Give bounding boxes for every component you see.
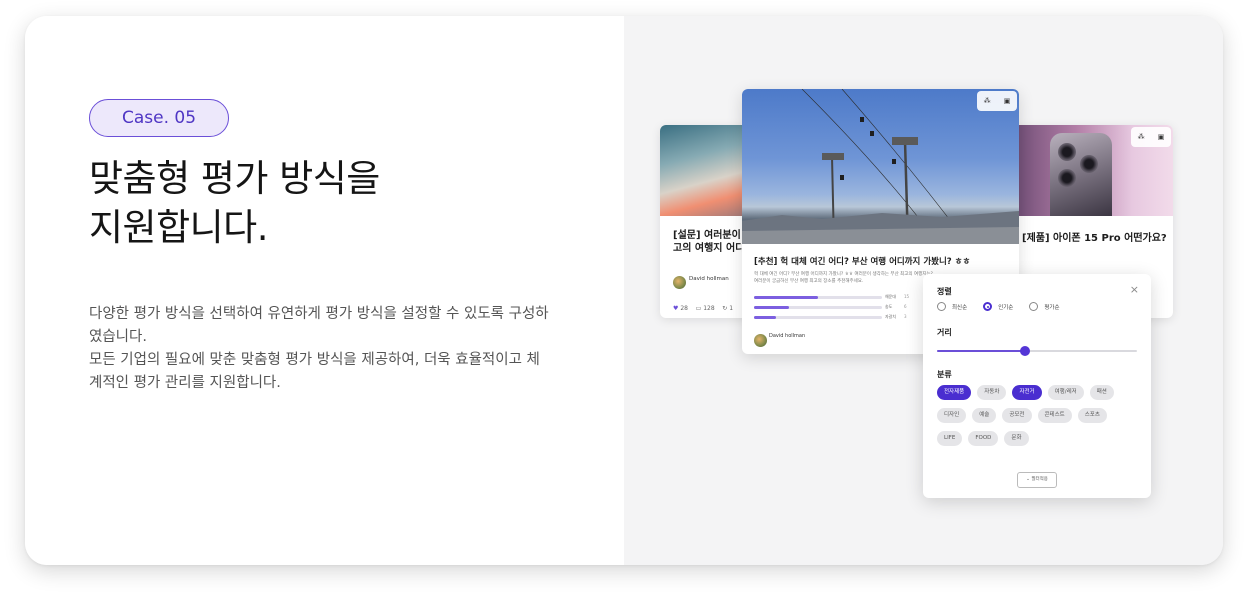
repost-icon[interactable]: ↻ bbox=[722, 305, 727, 312]
sort-option-latest[interactable]: 최신순 bbox=[937, 302, 967, 311]
headline: 맞춤형 평가 방식을 지원합니다. bbox=[89, 154, 569, 252]
category-tags: 전자제품 자동차 자전거 여행/레저 패션 디자인 예술 공모전 콘테스트 스포… bbox=[937, 385, 1142, 454]
category-tag[interactable]: 자동차 bbox=[977, 385, 1007, 400]
sort-option-popular[interactable]: 인기순 bbox=[983, 302, 1013, 311]
post-body: 헉 대체 여긴 어디? 부산 여행 어디까지 가봤니? ㅎㅎ 여러분이 생각하는… bbox=[754, 271, 944, 285]
poll-fill bbox=[754, 296, 818, 299]
like-count: 28 bbox=[680, 305, 688, 312]
category-tag[interactable]: 패션 bbox=[1089, 385, 1114, 400]
poll-count: 6 bbox=[904, 304, 907, 309]
description: 다양한 평가 방식을 선택하여 유연하게 평가 방식을 설정할 수 있도록 구성… bbox=[89, 303, 579, 395]
post-actions: ⁂ ▣ bbox=[1131, 127, 1171, 147]
category-tag[interactable]: 예술 bbox=[972, 408, 997, 423]
radio-icon bbox=[983, 302, 993, 311]
post-actions: ⁂ ▣ bbox=[977, 91, 1017, 111]
description-line: 모든 기업의 필요에 맞춘 맞춤형 평가 방식을 제공하여, 더욱 효율적이고 … bbox=[89, 352, 540, 368]
author-name: David hollman bbox=[769, 333, 806, 339]
apply-filter-button[interactable]: ⌄ 필터적용 bbox=[1017, 472, 1057, 488]
description-line: 계적인 평가 관리를 지원합니다. bbox=[89, 375, 281, 391]
comment-icon[interactable]: ▭ bbox=[696, 305, 702, 312]
poll-track bbox=[754, 316, 882, 319]
sort-section-title: 정렬 bbox=[937, 287, 952, 296]
avatar bbox=[754, 334, 767, 347]
post-stats: ♥ 28 ▭ 128 ↻ 1 bbox=[673, 305, 733, 312]
heart-icon[interactable]: ♥ bbox=[673, 305, 678, 312]
avatar bbox=[673, 276, 686, 289]
stage: Case. 05 맞춤형 평가 방식을 지원합니다. 다양한 평가 방식을 선택… bbox=[0, 0, 1248, 598]
poll-fill bbox=[754, 306, 789, 309]
description-line: 다양한 평가 방식을 선택하여 유연하게 평가 방식을 설정할 수 있도록 구성… bbox=[89, 306, 549, 322]
radio-label: 평가순 bbox=[1044, 304, 1060, 311]
chevron-down-icon: ⌄ bbox=[1026, 477, 1030, 482]
post-body-line: 헉 대체 여긴 어디? 부산 여행 어디까지 가봤니? ㅎㅎ 여러분이 생각하는… bbox=[754, 272, 933, 277]
poll-label: 송도 bbox=[885, 304, 893, 309]
apply-filter-label: 필터적용 bbox=[1031, 477, 1048, 482]
poll-count: 3 bbox=[904, 314, 907, 319]
phone-image: ⁂ ▣ bbox=[1012, 125, 1173, 216]
post-title: [제품] 아이폰 15 Pro 어떤가요? bbox=[1022, 233, 1167, 244]
category-tag[interactable]: 문화 bbox=[1004, 431, 1029, 446]
case-card: Case. 05 맞춤형 평가 방식을 지원합니다. 다양한 평가 방식을 선택… bbox=[25, 16, 1223, 565]
radio-icon bbox=[937, 302, 946, 311]
sort-options: 최신순 인기순 평가순 bbox=[937, 302, 1076, 311]
mockup-panel: [설문] 여러분이 생 고의 여행지 어디인 David hollman ♥ 2… bbox=[624, 16, 1223, 565]
category-tag[interactable]: FOOD bbox=[968, 431, 999, 446]
poll-option[interactable]: 자갈치 3 bbox=[754, 314, 907, 322]
share-count: 1 bbox=[729, 305, 734, 312]
category-tag[interactable]: 공모전 bbox=[1002, 408, 1032, 423]
radio-label: 최신순 bbox=[952, 304, 968, 311]
poll-option[interactable]: 송도 6 bbox=[754, 304, 907, 312]
camera-lens bbox=[1058, 169, 1076, 187]
radio-label: 인기순 bbox=[998, 304, 1014, 311]
share-icon[interactable]: ⁂ bbox=[984, 97, 991, 105]
cable-car-scene bbox=[742, 89, 1019, 244]
slider-fill bbox=[937, 350, 1025, 352]
category-tag[interactable]: 여행/레저 bbox=[1047, 385, 1084, 400]
share-icon[interactable]: ⁂ bbox=[1138, 133, 1145, 141]
bookmark-icon[interactable]: ▣ bbox=[1158, 133, 1165, 141]
category-tag[interactable]: 스포츠 bbox=[1077, 408, 1107, 423]
category-section-title: 분류 bbox=[937, 370, 952, 379]
distance-section-title: 거리 bbox=[937, 328, 952, 337]
phone-illustration bbox=[1050, 133, 1112, 216]
radio-icon bbox=[1029, 302, 1039, 311]
post-body-line: 여러분이 궁금하신 부산 여행 최고의 장소를 추천해주세요. bbox=[754, 279, 864, 284]
close-icon[interactable]: × bbox=[1130, 283, 1139, 296]
category-tag[interactable]: 디자인 bbox=[937, 408, 967, 423]
text-panel: Case. 05 맞춤형 평가 방식을 지원합니다. 다양한 평가 방식을 선택… bbox=[25, 16, 624, 565]
poll-track bbox=[754, 306, 882, 309]
author-name: David hollman bbox=[689, 276, 729, 282]
description-line: 였습니다. bbox=[89, 329, 147, 345]
poll-label: 자갈치 bbox=[885, 314, 897, 319]
filter-panel: × 정렬 최신순 인기순 평가순 거리 분류 전자제품 자동차 자전거 여행/레… bbox=[923, 274, 1151, 498]
category-tag[interactable]: 자전거 bbox=[1012, 385, 1042, 400]
slider-thumb[interactable] bbox=[1020, 346, 1030, 356]
camera-lens bbox=[1058, 143, 1076, 161]
poll-label: 해운대 bbox=[885, 294, 897, 299]
category-tag[interactable]: 콘테스트 bbox=[1037, 408, 1072, 423]
poll-fill bbox=[754, 316, 776, 319]
bookmark-icon[interactable]: ▣ bbox=[1004, 97, 1011, 105]
comment-count: 128 bbox=[703, 305, 715, 312]
poll-option[interactable]: 해운대 15 bbox=[754, 294, 909, 302]
case-badge: Case. 05 bbox=[89, 99, 229, 137]
post-title: [추천] 헉 대체 여긴 어디? 부산 여행 어디까지 가봤니? ㅎㅎ bbox=[754, 257, 971, 267]
busan-cable-car-image: ⁂ ▣ bbox=[742, 89, 1019, 244]
headline-line: 지원합니다. bbox=[89, 206, 268, 249]
poll-track bbox=[754, 296, 882, 299]
poll-count: 15 bbox=[904, 294, 910, 299]
category-tag[interactable]: LIFE bbox=[937, 431, 963, 446]
headline-line: 맞춤형 평가 방식을 bbox=[89, 157, 380, 200]
category-tag[interactable]: 전자제품 bbox=[937, 385, 972, 400]
camera-lens bbox=[1080, 155, 1098, 173]
sort-option-rating[interactable]: 평가순 bbox=[1029, 302, 1060, 311]
distance-slider[interactable] bbox=[937, 346, 1137, 356]
